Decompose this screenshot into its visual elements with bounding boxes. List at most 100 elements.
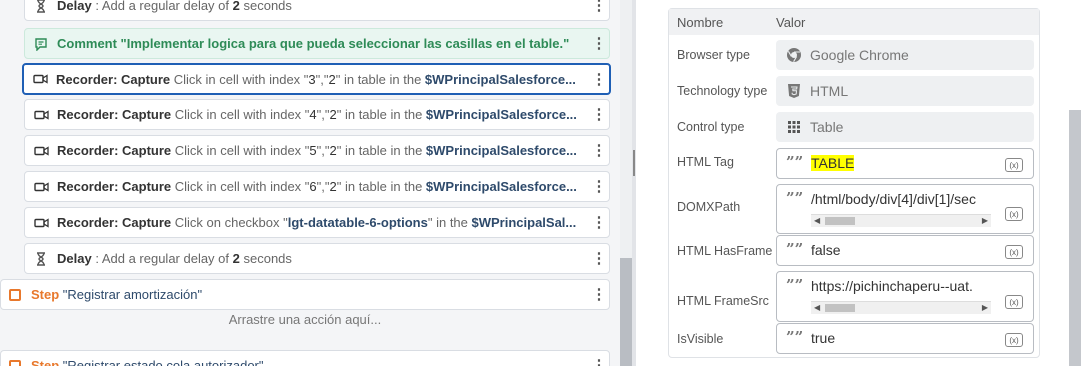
step-keyword: Step <box>31 287 60 302</box>
property-value-isvisible[interactable]: ”” true (x) <box>776 323 1034 354</box>
flow-action-recorder[interactable]: Recorder: Capture Click in cell with ind… <box>24 135 610 166</box>
flow-action-recorder[interactable]: Recorder: Capture Click in cell with ind… <box>22 63 611 95</box>
property-value-html-hasframe[interactable]: ”” false (x) <box>776 235 1034 266</box>
html5-icon <box>786 83 802 99</box>
property-input-text[interactable]: /html/body/div[4]/div[1]/sec <box>811 191 989 207</box>
action-menu-button[interactable]: ⋮ <box>589 143 609 158</box>
property-input-value: false <box>811 242 841 258</box>
flow-action-comment[interactable]: Comment "Implementar logica para que pue… <box>24 28 610 59</box>
scroll-left-icon[interactable]: ◀ <box>814 303 820 312</box>
property-label: Technology type <box>677 84 768 98</box>
scrollbar-thumb[interactable] <box>825 217 855 225</box>
hourglass-icon <box>33 251 49 267</box>
step-name: "Registrar amortización" <box>59 287 203 302</box>
action-text-part: $WPrincipalSalesforce... <box>424 71 576 87</box>
property-label: HTML Tag <box>677 155 734 169</box>
action-text-part: Delay <box>57 251 92 266</box>
property-input-text[interactable]: TABLE <box>811 155 989 171</box>
step-menu-button[interactable]: ⋮ <box>589 358 609 366</box>
step-collapse-checkbox[interactable] <box>9 288 21 301</box>
video-camera-icon <box>33 215 49 231</box>
action-text-part: Recorder: Capture <box>57 179 172 194</box>
flow-panel: Delay : Add a regular delay of 2 seconds… <box>0 0 636 366</box>
action-menu-button[interactable]: ⋮ <box>589 0 609 13</box>
flow-action-delay[interactable]: Delay : Add a regular delay of 2 seconds… <box>24 0 610 21</box>
step-title: Step "Registrar amortización" <box>31 287 589 302</box>
property-value-html-framesrc[interactable]: ”” https://pichinchaperu--uat. (x) ◀ ▶ <box>776 271 1034 322</box>
flow-action-recorder[interactable]: Recorder: Capture Click in cell with ind… <box>24 171 610 202</box>
action-menu-button[interactable]: ⋮ <box>589 215 609 230</box>
variable-button[interactable]: (x) <box>1005 158 1023 172</box>
action-text-part: : Add a regular delay of <box>91 0 233 13</box>
action-menu-button[interactable]: ⋮ <box>589 179 609 194</box>
flow-step[interactable]: Step "Registrar estado cola autorizador"… <box>0 350 610 366</box>
flow-scrollbar-thumb[interactable] <box>620 258 632 366</box>
property-label: DOMXPath <box>677 200 741 214</box>
property-input-value: TABLE <box>811 155 855 171</box>
chrome-icon <box>786 47 802 63</box>
property-value-domxpath[interactable]: ””/html/body/div[4]/div[1]/sec (x) ◀ ▶ <box>776 184 1034 234</box>
horizontal-scrollbar[interactable]: ◀ ▶ <box>811 214 991 227</box>
property-value-html-tag[interactable]: ”” TABLE (x) <box>776 148 1034 179</box>
action-text-part: "," <box>316 179 330 194</box>
flow-step[interactable]: Step "Registrar amortización" ⋮ <box>0 279 610 310</box>
table-grid-icon <box>786 119 802 135</box>
property-label: Control type <box>677 120 745 134</box>
action-text-part: Recorder: Capture <box>57 215 172 230</box>
variable-button[interactable]: (x) <box>1005 333 1023 347</box>
action-text-part: lgt-datatable-6-options <box>287 215 428 230</box>
drop-zone-hint[interactable]: Arrastre una acción aquí... <box>0 312 610 327</box>
action-text: Comment "Implementar logica para que pue… <box>57 36 570 51</box>
step-name: "Registrar estado cola autorizador" <box>59 358 264 366</box>
action-text-part: Click in cell with index " <box>170 71 309 87</box>
property-input-value: true <box>811 330 836 346</box>
horizontal-scrollbar[interactable]: ◀ ▶ <box>811 301 991 314</box>
action-text-part: Recorder: Capture <box>57 143 172 158</box>
action-menu-button[interactable]: ⋮ <box>589 251 609 266</box>
action-text-part: 2 <box>328 71 336 87</box>
property-label: HTML FrameSrc <box>677 294 769 308</box>
column-header-name: Nombre <box>677 15 724 30</box>
properties-scrollbar[interactable] <box>1069 110 1081 366</box>
action-text-part: $WPrincipalSalesforce... <box>425 179 577 194</box>
variable-button[interactable]: (x) <box>1005 207 1023 221</box>
action-text-part: seconds <box>239 251 292 266</box>
action-text-part: 6 <box>309 179 317 194</box>
flow-action-recorder[interactable]: Recorder: Capture Click in cell with ind… <box>24 99 610 130</box>
video-camera-icon <box>33 143 49 159</box>
scroll-right-icon[interactable]: ▶ <box>982 216 988 225</box>
property-input-value: /html/body/div[4]/div[1]/sec <box>811 191 976 207</box>
action-menu-button[interactable]: ⋮ <box>589 107 609 122</box>
action-text-part: Click in cell with index " <box>171 143 310 158</box>
scrollbar-thumb[interactable] <box>825 304 855 312</box>
variable-button[interactable]: (x) <box>1005 245 1023 259</box>
property-input-text[interactable]: true <box>811 330 989 346</box>
action-menu-button[interactable]: ⋮ <box>589 72 609 87</box>
flow-action-recorder[interactable]: Recorder: Capture Click on checkbox "lgt… <box>24 207 610 238</box>
quote-literal-icon: ”” <box>786 276 804 294</box>
action-text-part: " in table in the <box>335 71 425 87</box>
action-text-part: Recorder: Capture <box>56 71 171 87</box>
flow-action-delay[interactable]: Delay : Add a regular delay of 2 seconds… <box>24 243 610 274</box>
video-camera-icon <box>32 71 48 87</box>
scroll-left-icon[interactable]: ◀ <box>814 216 820 225</box>
action-menu-button[interactable]: ⋮ <box>589 36 609 51</box>
property-value-text: Table <box>810 119 844 135</box>
action-text-part: " in table in the <box>336 143 426 158</box>
property-label: HTML HasFrame <box>677 244 773 258</box>
splitter-grip[interactable] <box>633 150 635 176</box>
video-camera-icon <box>33 107 49 123</box>
action-text-part: Click in cell with index " <box>171 107 310 122</box>
action-text-part: "," <box>316 107 330 122</box>
property-input-text[interactable]: false <box>811 242 989 258</box>
action-text-part: seconds <box>239 0 292 13</box>
action-text-part: 2 <box>329 143 337 158</box>
step-collapse-checkbox[interactable] <box>9 359 21 366</box>
action-text-part: " in table in the <box>336 179 426 194</box>
variable-button[interactable]: (x) <box>1005 295 1023 309</box>
scroll-right-icon[interactable]: ▶ <box>982 303 988 312</box>
action-text: Recorder: Capture Click in cell with ind… <box>57 179 589 194</box>
step-menu-button[interactable]: ⋮ <box>589 287 609 302</box>
property-input-text[interactable]: https://pichinchaperu--uat. <box>811 278 989 294</box>
property-value-browser-type: Google Chrome <box>776 40 1034 70</box>
